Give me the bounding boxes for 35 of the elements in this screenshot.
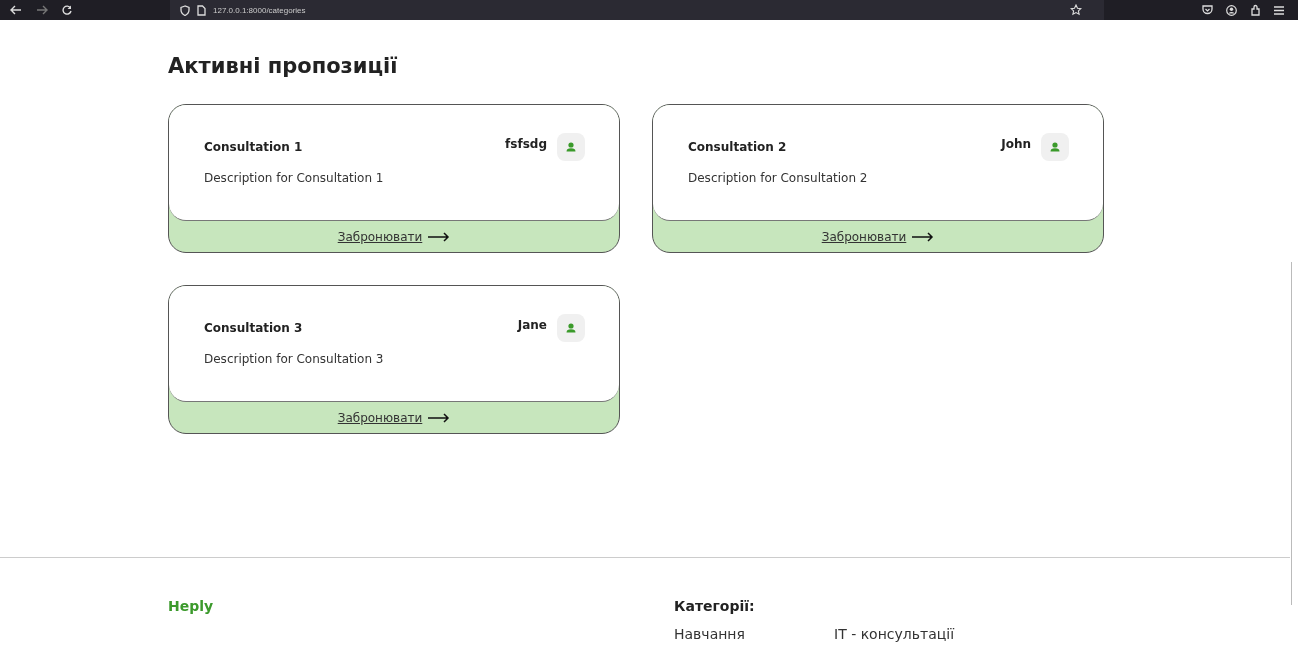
shield-icon xyxy=(180,4,190,16)
author-name: Jane xyxy=(517,318,547,332)
offer-title: Consultation 3 xyxy=(204,321,304,335)
forward-icon[interactable] xyxy=(36,5,48,15)
book-link[interactable]: Забронювати xyxy=(337,410,423,425)
url-text: 127.0.0.1:8000/categories xyxy=(213,5,306,15)
menu-icon[interactable] xyxy=(1274,5,1284,15)
author-name: John xyxy=(1001,137,1031,151)
author-name: fsfsdg xyxy=(505,137,547,151)
account-icon[interactable] xyxy=(1226,4,1237,16)
reload-icon[interactable] xyxy=(62,5,72,15)
address-bar[interactable]: 127.0.0.1:8000/categories xyxy=(170,0,1104,20)
extensions-icon[interactable] xyxy=(1250,4,1261,16)
page-heading: Активні пропозиції xyxy=(168,54,399,78)
arrow-right-icon xyxy=(912,231,935,242)
pocket-icon[interactable] xyxy=(1202,5,1213,15)
page-icon xyxy=(197,4,206,16)
back-icon[interactable] xyxy=(10,5,22,15)
offer-description: Description for Consultation 3 xyxy=(204,352,385,366)
category-link[interactable]: Навчання xyxy=(674,626,834,642)
user-icon xyxy=(557,314,585,342)
arrow-right-icon xyxy=(428,231,451,242)
user-icon xyxy=(1041,133,1069,161)
book-link[interactable]: Забронювати xyxy=(337,229,423,244)
offer-description: Description for Consultation 1 xyxy=(204,171,385,185)
brand-name: Heply xyxy=(168,598,215,616)
category-link[interactable]: IT - консультації xyxy=(834,626,994,642)
user-icon xyxy=(557,133,585,161)
arrow-right-icon xyxy=(428,412,451,423)
book-link[interactable]: Забронювати xyxy=(821,229,907,244)
bookmark-star-icon[interactable] xyxy=(1070,4,1082,16)
offer-title: Consultation 1 xyxy=(204,140,304,154)
offer-description: Description for Consultation 2 xyxy=(688,171,869,185)
categories-heading: Категорії: xyxy=(674,598,756,614)
offer-title: Consultation 2 xyxy=(688,140,788,154)
